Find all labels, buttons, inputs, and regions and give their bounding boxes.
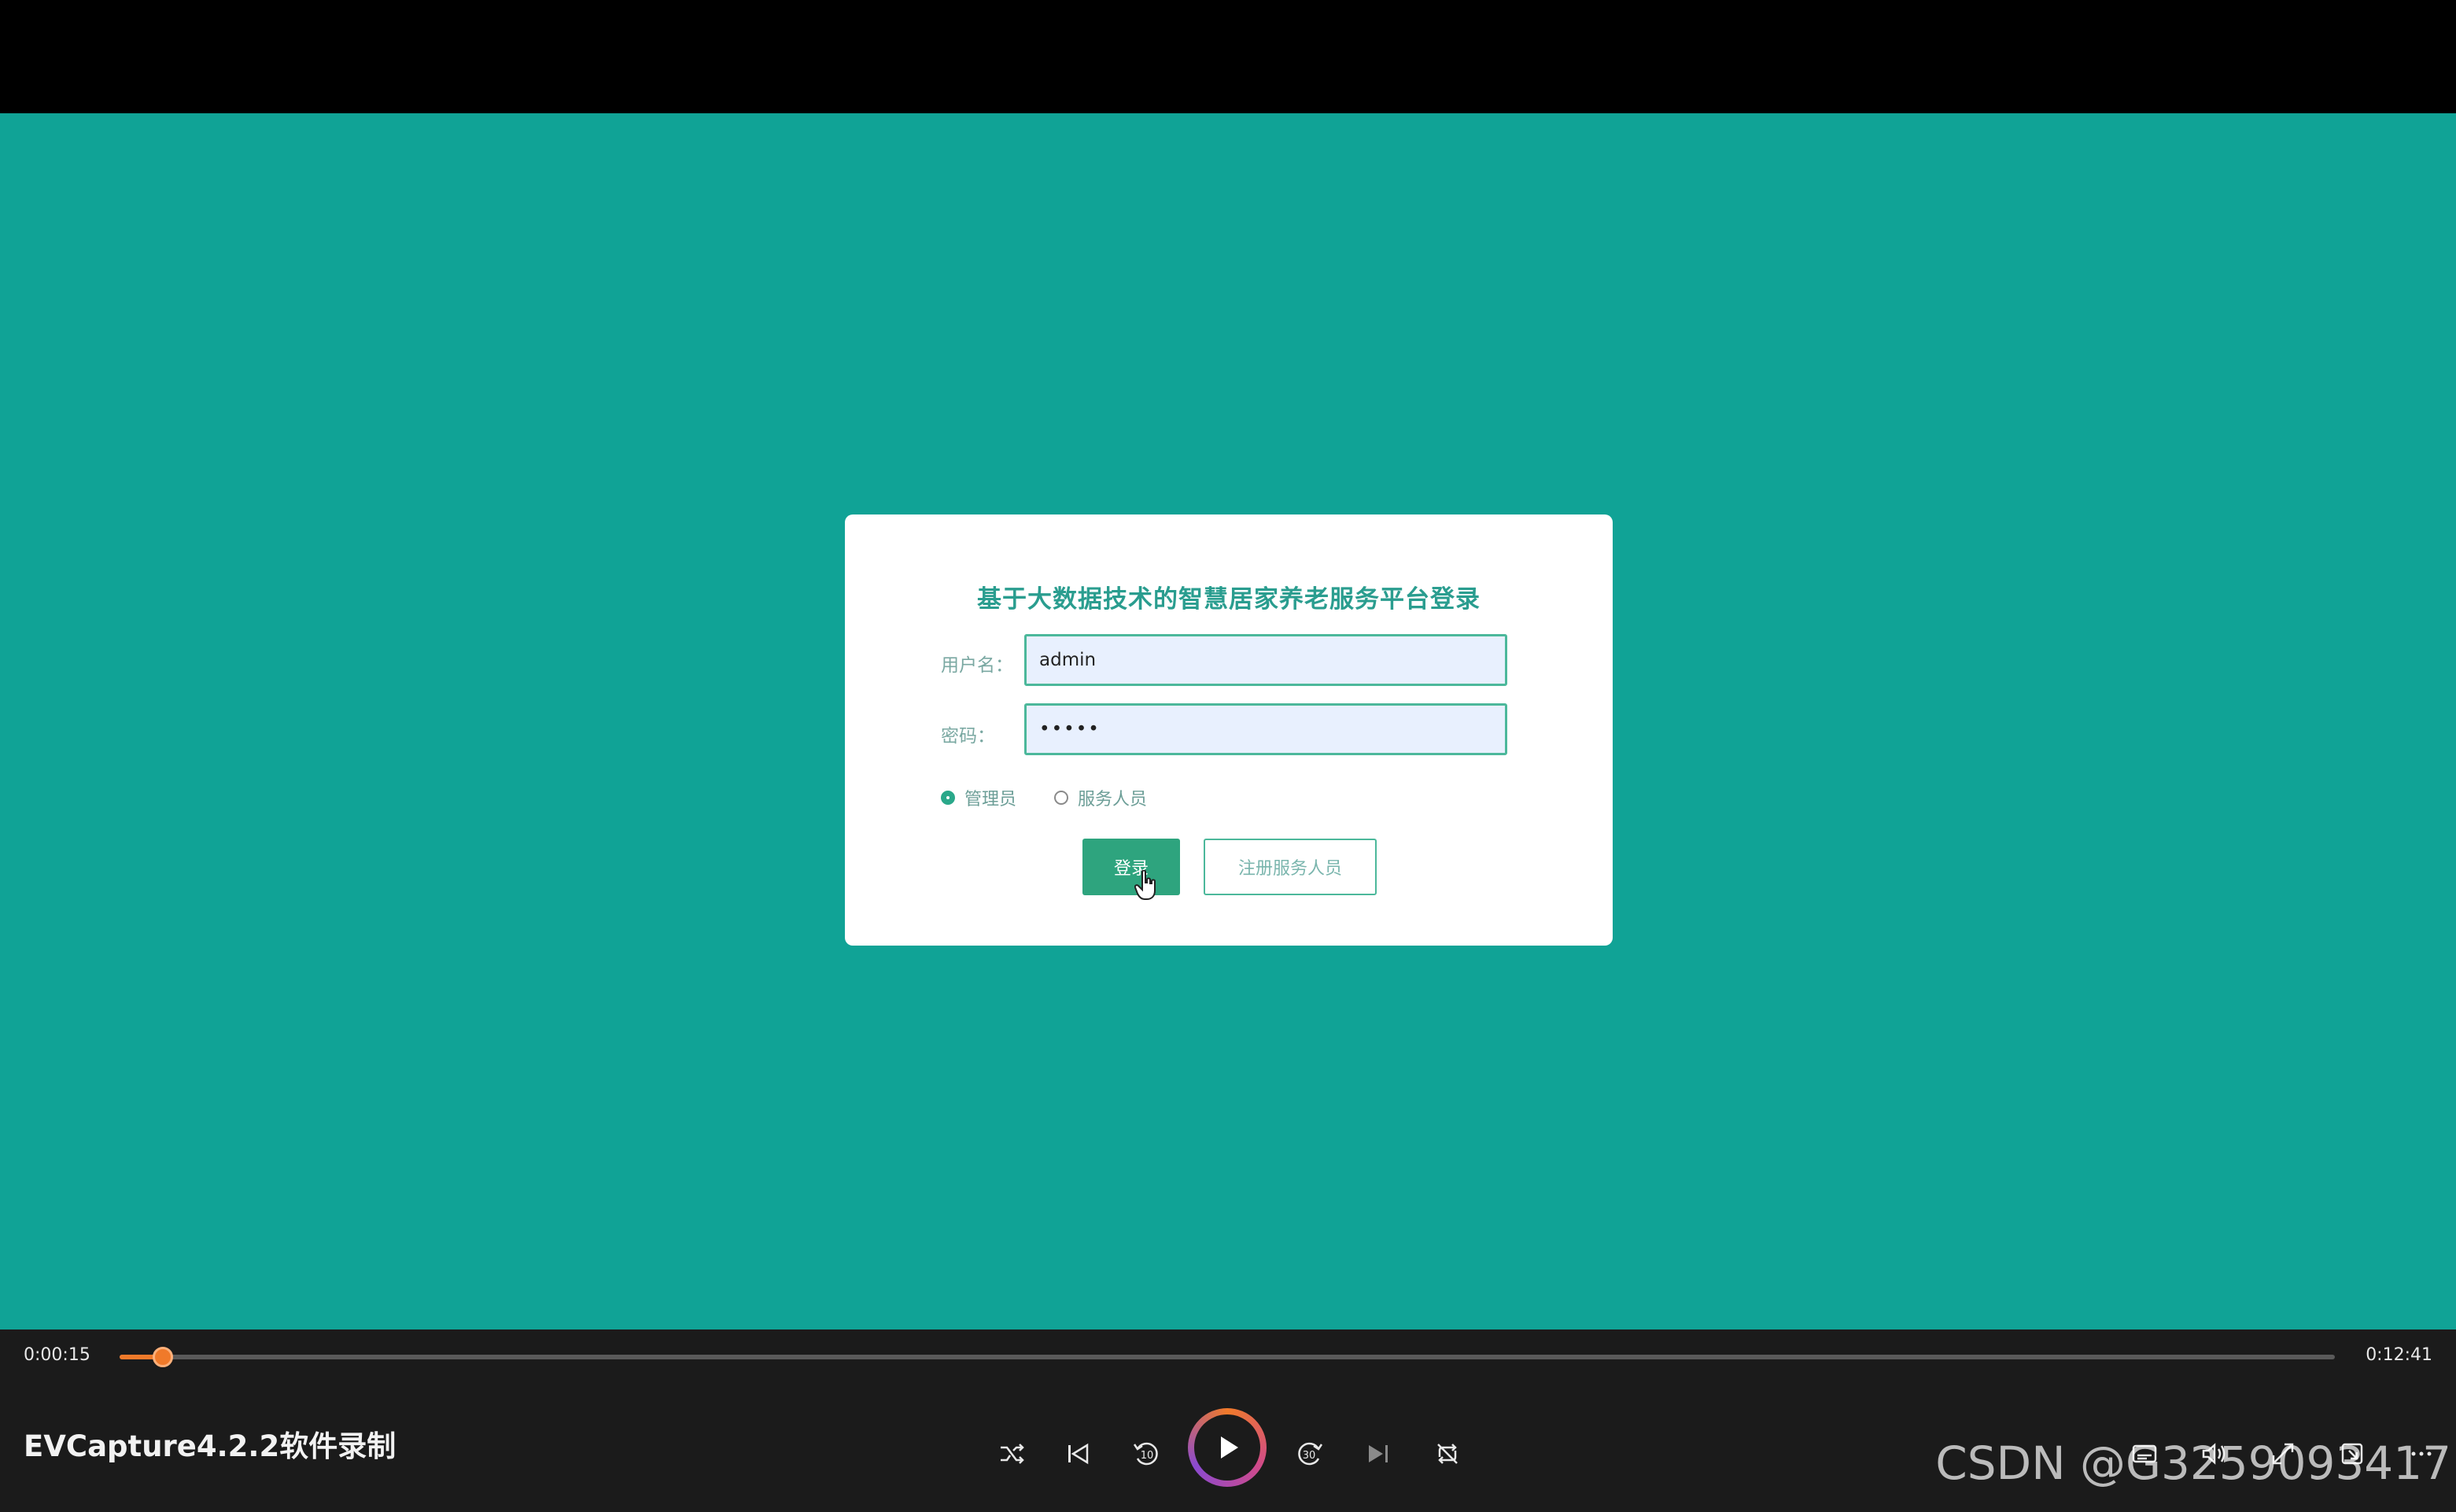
next-icon [1369,1445,1388,1462]
role-admin-label[interactable]: 管理员 [964,785,1016,810]
csdn-watermark: CSDN @G3259093417 [1935,1436,2451,1490]
password-field-label: 密码： [941,726,995,747]
play-button-inner [1194,1414,1260,1481]
login-button[interactable]: 登录 [1082,839,1180,895]
login-panel: 基于大数据技术的智慧居家养老服务平台登录 用户名： admin 密码： ••••… [845,514,1613,946]
role-staff-label[interactable]: 服务人员 [1078,785,1147,810]
video-stage: 基于大数据技术的智慧居家养老服务平台登录 用户名： admin 密码： ••••… [0,113,2456,1329]
previous-button[interactable] [1056,1432,1100,1476]
hand-cursor-icon [1134,870,1156,900]
username-field-label: 用户名： [941,655,1013,676]
rewind-10-button[interactable]: 10 [1125,1432,1169,1476]
password-input[interactable]: ••••• [1024,703,1507,755]
username-input[interactable]: admin [1024,634,1507,686]
shuffle-icon [1001,1444,1024,1464]
play-icon [1221,1436,1238,1459]
rewind-10-icon: 10 [1133,1442,1158,1466]
repeat-icon [1437,1444,1458,1464]
previous-icon [1068,1443,1089,1465]
seek-bar[interactable] [120,1347,2335,1367]
shuffle-button[interactable] [990,1432,1034,1476]
svg-text:10: 10 [1141,1450,1154,1462]
role-radio-group: 管理员 服务人员 [941,785,1147,810]
video-player-window-main: 基于大数据技术的智慧居家养老服务平台登录 用户名： admin 密码： ••••… [0,0,2456,1512]
forward-30-icon: 30 [1298,1442,1323,1466]
login-heading: 基于大数据技术的智慧居家养老服务平台登录 [977,585,1481,614]
play-button[interactable] [1188,1408,1267,1487]
next-button[interactable] [1356,1432,1400,1476]
seek-thumb[interactable] [153,1347,174,1367]
elapsed-time: 0:00:15 [24,1345,90,1365]
svg-text:30: 30 [1303,1450,1316,1462]
role-staff-radio[interactable] [1054,791,1069,805]
register-staff-button[interactable]: 注册服务人员 [1204,839,1377,895]
role-admin-radio[interactable] [941,791,955,805]
top-letterbox [0,0,2456,113]
media-title: EVCapture4.2.2软件录制 [24,1429,396,1463]
total-duration: 0:12:41 [2366,1345,2432,1365]
forward-30-button[interactable]: 30 [1287,1432,1331,1476]
repeat-button[interactable] [1425,1432,1470,1476]
